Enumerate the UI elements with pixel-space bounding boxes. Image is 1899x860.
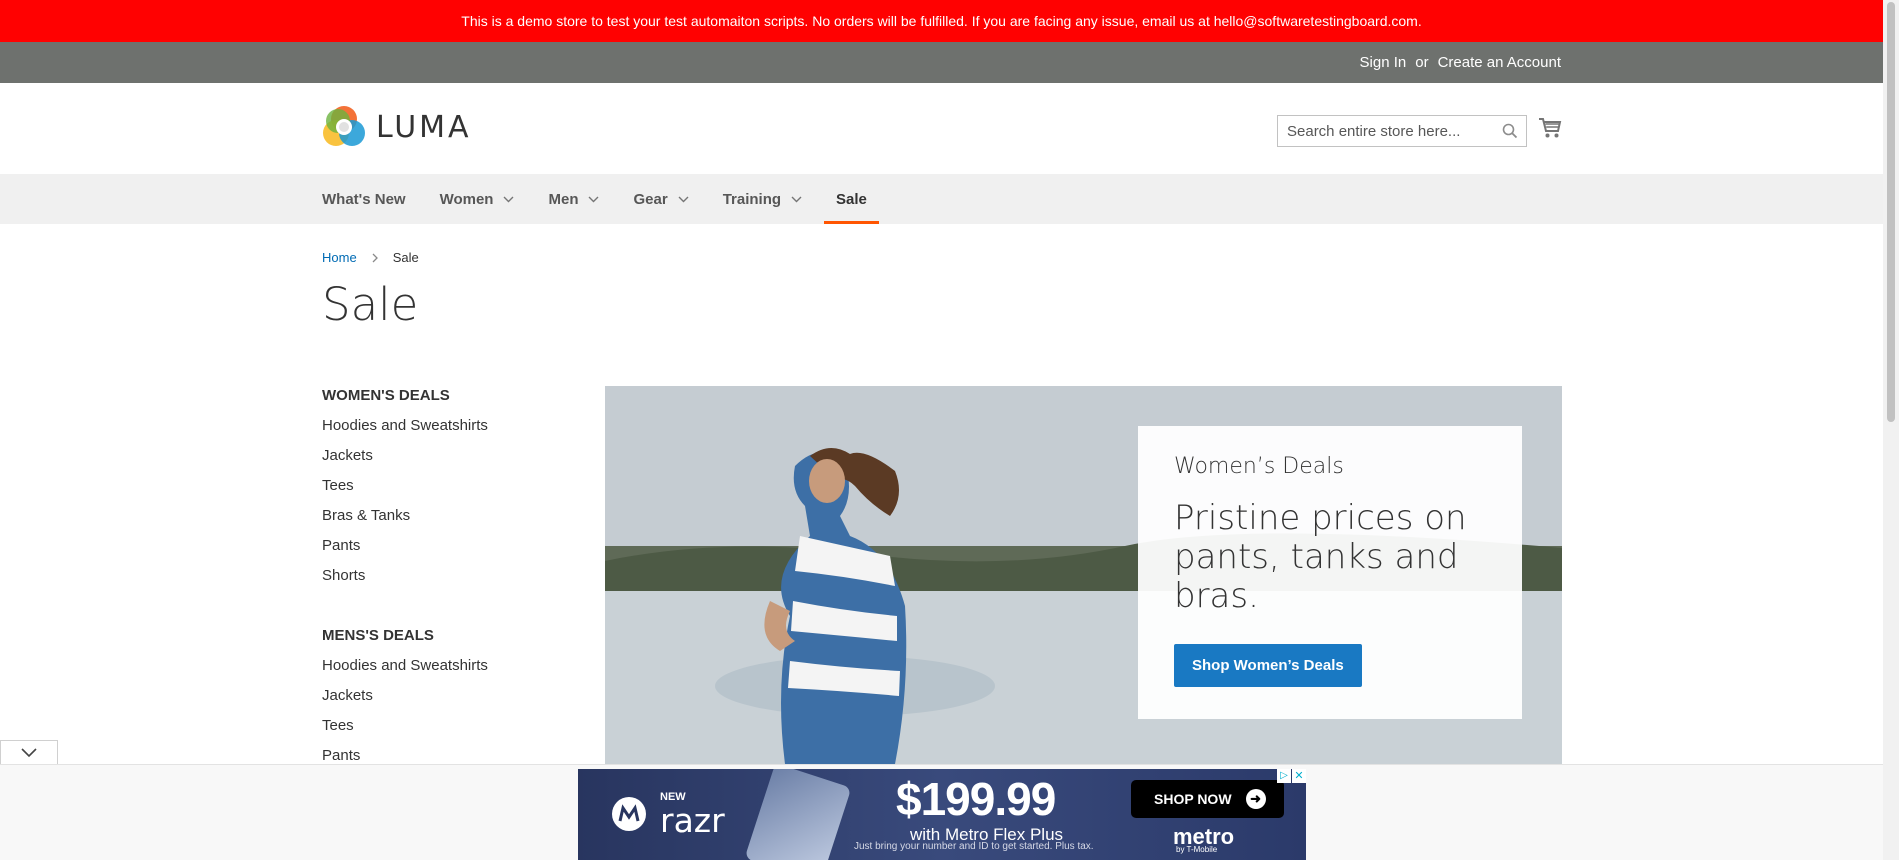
chevron-down-icon — [503, 196, 514, 202]
sidebar-link-mens-jackets[interactable]: Jackets — [322, 687, 562, 717]
search-input[interactable] — [1278, 116, 1526, 146]
page-title: Sale — [322, 278, 419, 331]
nav-item-whats-new[interactable]: What's New — [322, 174, 406, 224]
cart-icon[interactable] — [1538, 117, 1562, 139]
sidebar: WOMEN'S DEALS Hoodies and Sweatshirts Ja… — [322, 387, 562, 777]
nav-item-sale[interactable]: Sale — [824, 174, 879, 224]
chevron-down-icon — [21, 748, 37, 758]
ad-close-icon[interactable]: ✕ — [1292, 769, 1306, 783]
ad-info-icon[interactable]: ▷ — [1277, 769, 1291, 783]
hero-subtitle: Women’s Deals — [1174, 454, 1344, 479]
ad-fine-print: Just bring your number and ID to get sta… — [854, 841, 1094, 852]
sidebar-link-womens-tees[interactable]: Tees — [322, 477, 562, 507]
luma-logo[interactable]: LUMA — [322, 105, 472, 149]
demo-notice-text: This is a demo store to test your test a… — [461, 13, 1422, 29]
scrollbar-thumb[interactable] — [1887, 2, 1895, 422]
nav-item-label: Women — [439, 190, 494, 208]
sidebar-link-womens-hoodies[interactable]: Hoodies and Sweatshirts — [322, 417, 562, 447]
sign-in-link[interactable]: Sign In — [1360, 54, 1407, 71]
sidebar-link-womens-pants[interactable]: Pants — [322, 537, 562, 567]
nav-item-training[interactable]: Training — [723, 174, 802, 224]
ad-phone-image — [744, 769, 852, 860]
sidebar-link-womens-shorts[interactable]: Shorts — [322, 567, 562, 597]
nav-item-label: What's New — [322, 190, 406, 208]
advertisement-banner[interactable]: NEW razr $199.99 with Metro Flex Plus Ju… — [578, 769, 1306, 860]
ad-price: $199.99 — [896, 773, 1056, 825]
ad-shop-now-button[interactable]: SHOP NOW ➜ — [1131, 780, 1284, 818]
breadcrumb: Home Sale — [322, 250, 419, 265]
arrow-right-icon: ➜ — [1245, 789, 1266, 809]
sidebar-link-womens-bras-tanks[interactable]: Bras & Tanks — [322, 507, 562, 537]
luma-logo-icon — [323, 106, 365, 146]
nav-item-men[interactable]: Men — [548, 174, 599, 224]
sidebar-link-womens-jackets[interactable]: Jackets — [322, 447, 562, 477]
header-links: Sign In or Create an Account — [1360, 42, 1561, 83]
collapse-toggle[interactable] — [0, 740, 58, 764]
hero-card: Women’s Deals Pristine prices on pants, … — [1138, 426, 1522, 719]
logo-text: LUMA — [376, 109, 472, 145]
mens-deals-title: MENS'S DEALS — [322, 627, 434, 644]
womens-deals-title: WOMEN'S DEALS — [322, 387, 450, 404]
main-nav: What's New Women Men Gear Training Sale — [0, 174, 1883, 224]
nav-item-label: Gear — [633, 190, 668, 208]
chevron-down-icon — [678, 196, 689, 202]
search-icon[interactable] — [1502, 123, 1518, 139]
breadcrumb-home-link[interactable]: Home — [322, 250, 357, 265]
nav-item-label: Training — [722, 190, 782, 208]
chevron-right-icon — [372, 253, 378, 262]
motorola-logo-icon — [612, 797, 646, 831]
ad-shop-now-label: SHOP NOW — [1154, 791, 1232, 807]
panel-header: Sign In or Create an Account — [0, 42, 1883, 83]
chevron-down-icon — [588, 196, 599, 202]
nav-item-label: Sale — [836, 190, 867, 208]
nav-item-women[interactable]: Women — [440, 174, 515, 224]
sidebar-link-mens-hoodies[interactable]: Hoodies and Sweatshirts — [322, 657, 562, 687]
ad-product-name: razr — [660, 801, 725, 840]
search-box — [1277, 115, 1527, 147]
sidebar-link-mens-tees[interactable]: Tees — [322, 717, 562, 747]
breadcrumb-current: Sale — [392, 250, 419, 265]
nav-item-label: Men — [548, 190, 579, 208]
create-account-link[interactable]: Create an Account — [1438, 54, 1561, 71]
header-separator: or — [1415, 54, 1429, 71]
page-scrollbar[interactable] — [1883, 0, 1899, 860]
nav-item-gear[interactable]: Gear — [633, 174, 689, 224]
shop-womens-deals-button[interactable]: Shop Women’s Deals — [1174, 644, 1362, 687]
ad-brand-sub: by T-Mobile — [1176, 845, 1218, 854]
hero-title: Pristine prices on pants, tanks and bras… — [1174, 498, 1467, 616]
demo-notice-bar: This is a demo store to test your test a… — [0, 0, 1883, 42]
chevron-down-icon — [791, 196, 802, 202]
nav-items: What's New Women Men Gear Training Sale — [322, 174, 913, 224]
womens-deals-hero[interactable]: Women’s Deals Pristine prices on pants, … — [605, 386, 1562, 764]
